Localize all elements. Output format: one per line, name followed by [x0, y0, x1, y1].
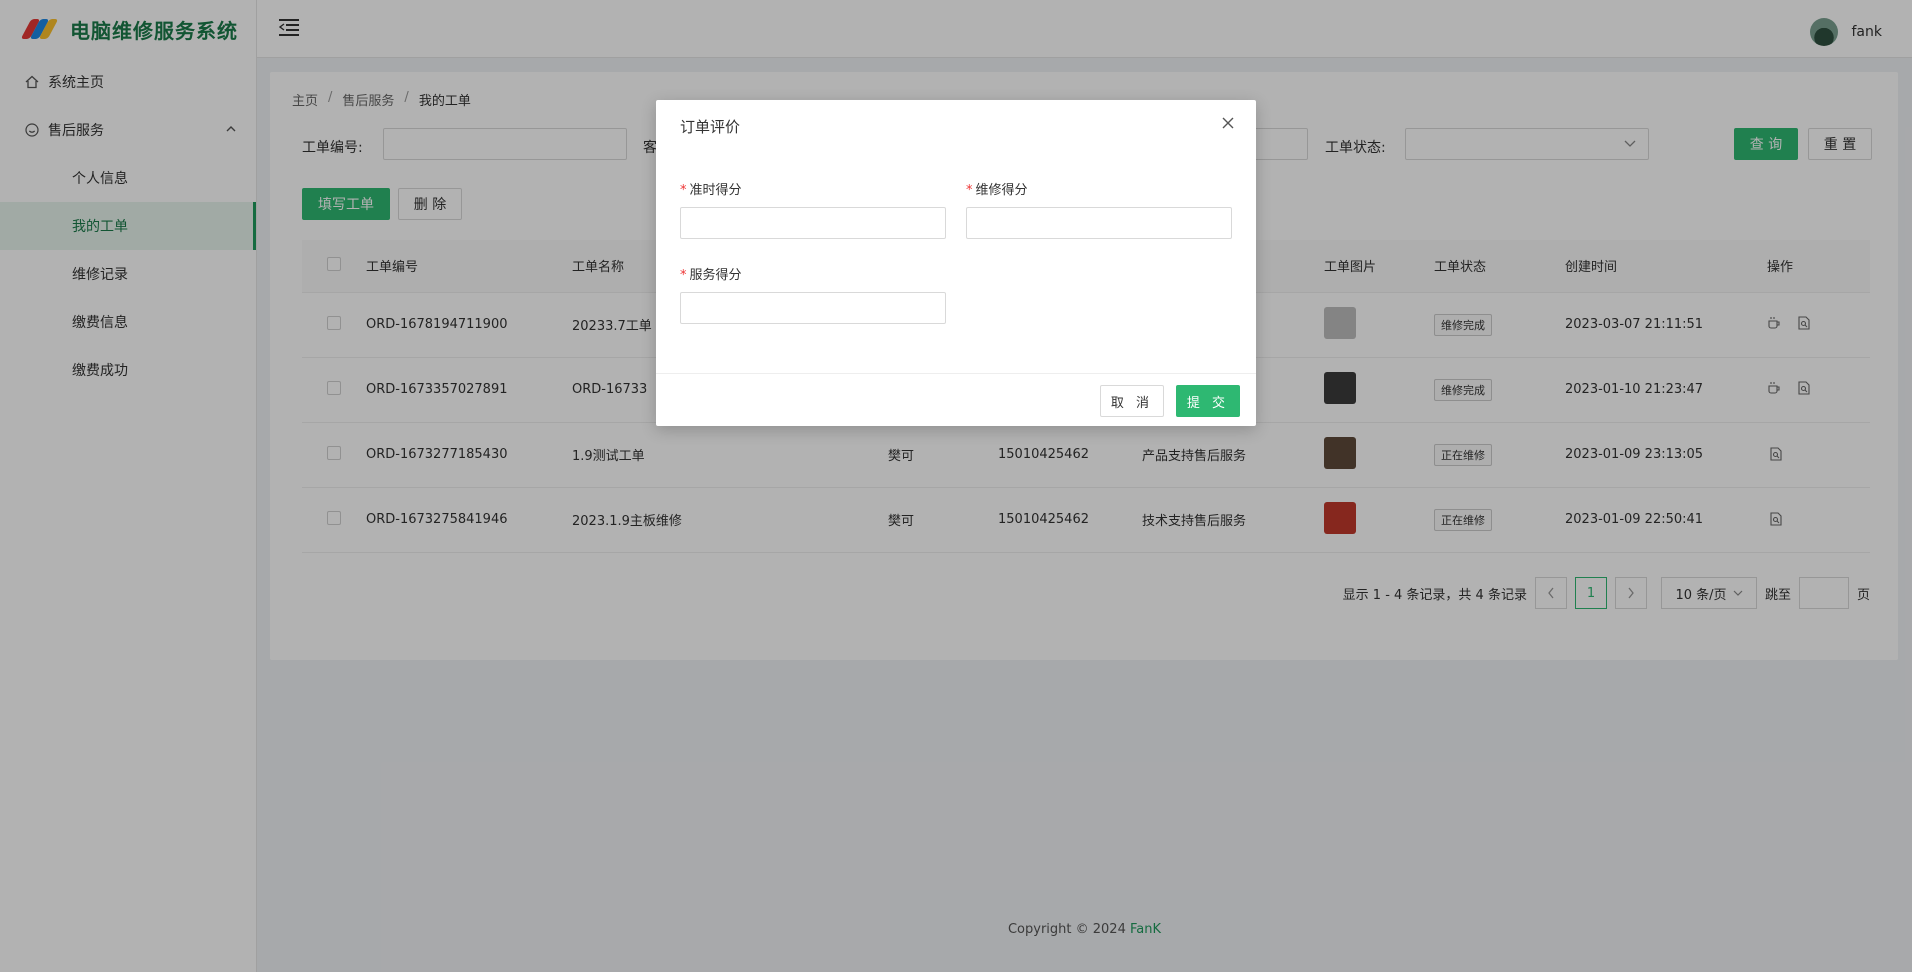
service-score-input[interactable]: [680, 292, 946, 324]
modal-footer: 取 消 提 交: [656, 373, 1256, 426]
repair-score-label: * 维修得分: [966, 183, 1028, 198]
close-icon[interactable]: [1220, 116, 1236, 132]
modal-title: 订单评价: [680, 118, 741, 136]
submit-button[interactable]: 提 交: [1176, 385, 1240, 417]
cancel-button[interactable]: 取 消: [1100, 385, 1164, 417]
service-score-label: * 服务得分: [680, 268, 742, 283]
ontime-score-input[interactable]: [680, 207, 946, 239]
ontime-score-label: * 准时得分: [680, 183, 742, 198]
repair-score-input[interactable]: [966, 207, 1232, 239]
rating-modal: 订单评价 * 准时得分 * 维修得分 * 服务得分 取 消 提 交: [656, 100, 1256, 426]
